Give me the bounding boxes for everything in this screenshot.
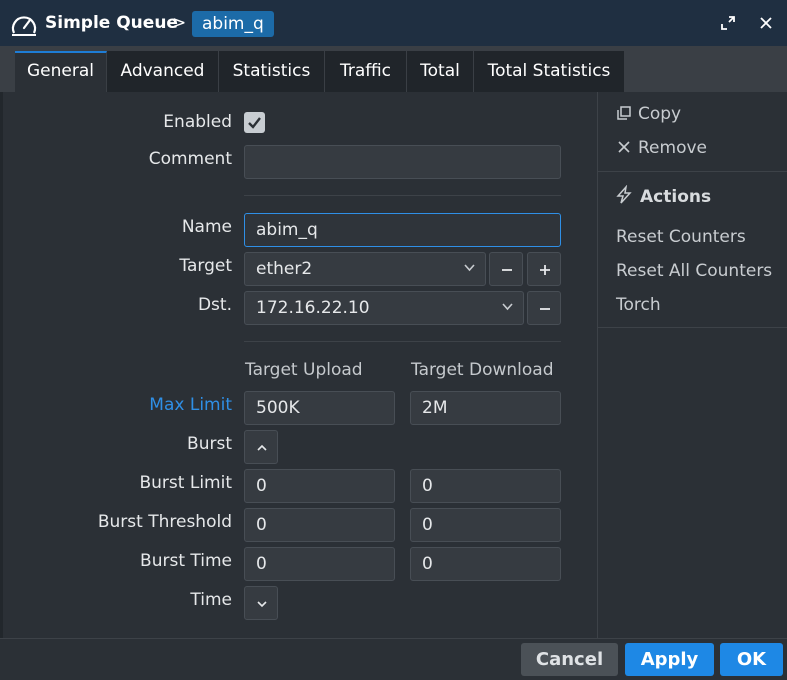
name-input[interactable]: abim_q — [244, 213, 561, 247]
target-upload-header: Target Upload — [245, 360, 363, 380]
apply-button[interactable]: Apply — [625, 643, 714, 676]
chevron-up-icon — [257, 444, 267, 451]
target-select-value: ether2 — [256, 259, 313, 279]
tab-total-statistics[interactable]: Total Statistics — [474, 51, 625, 92]
dst-remove-button[interactable] — [527, 291, 561, 325]
section-divider — [244, 341, 561, 342]
burst-threshold-upload-input[interactable]: 0 — [244, 508, 395, 542]
restore-window-icon[interactable] — [719, 14, 737, 32]
max-limit-upload-input[interactable]: 500K — [244, 391, 395, 425]
tab-bar: General Advanced Statistics Traffic Tota… — [0, 46, 787, 92]
burst-time-download-input[interactable]: 0 — [410, 547, 561, 581]
actions-heading: Actions — [614, 184, 712, 207]
remove-button[interactable]: Remove — [616, 138, 707, 158]
comment-input[interactable] — [244, 145, 561, 179]
sidebar-divider-line — [598, 171, 787, 172]
target-remove-button[interactable] — [489, 252, 523, 286]
reset-counters-action[interactable]: Reset Counters — [616, 227, 746, 247]
minus-icon — [540, 308, 550, 310]
target-select[interactable]: ether2 — [244, 252, 486, 286]
enabled-checkbox[interactable] — [244, 112, 265, 133]
tab-advanced[interactable]: Advanced — [107, 51, 219, 92]
checkmark-icon — [248, 117, 261, 129]
lightning-icon — [616, 184, 632, 204]
left-edge — [0, 92, 3, 638]
tab-general[interactable]: General — [15, 51, 107, 92]
target-add-button[interactable] — [527, 252, 561, 286]
target-download-header: Target Download — [411, 360, 554, 380]
section-divider — [244, 195, 561, 196]
dst-select[interactable]: 172.16.22.10 — [244, 291, 524, 325]
copy-icon — [617, 106, 631, 120]
breadcrumb-separator: > — [172, 13, 187, 33]
enabled-label: Enabled — [163, 112, 232, 132]
reset-all-counters-action[interactable]: Reset All Counters — [616, 261, 772, 281]
window-title: Simple Queue — [45, 13, 178, 33]
comment-label: Comment — [148, 149, 232, 169]
max-limit-label[interactable]: Max Limit — [32, 395, 232, 415]
gauge-icon — [11, 16, 37, 36]
tab-statistics[interactable]: Statistics — [219, 51, 325, 92]
ok-button[interactable]: OK — [720, 643, 783, 676]
minus-icon — [502, 269, 512, 271]
burst-limit-download-input[interactable]: 0 — [410, 469, 561, 503]
time-expand-button[interactable] — [244, 586, 278, 620]
actions-heading-label: Actions — [640, 187, 712, 207]
burst-collapse-button[interactable] — [244, 430, 278, 464]
burst-limit-upload-input[interactable]: 0 — [244, 469, 395, 503]
torch-action[interactable]: Torch — [616, 295, 661, 315]
chevron-down-icon — [464, 264, 475, 272]
remove-label: Remove — [638, 138, 707, 158]
dst-label: Dst. — [197, 295, 232, 315]
burst-time-label: Burst Time — [140, 551, 232, 571]
burst-time-upload-input[interactable]: 0 — [244, 547, 395, 581]
copy-button[interactable]: Copy — [616, 104, 681, 124]
tab-total[interactable]: Total — [407, 51, 474, 92]
max-limit-download-input[interactable]: 2M — [410, 391, 561, 425]
plus-icon — [540, 265, 550, 275]
name-label: Name — [181, 217, 232, 237]
cancel-button[interactable]: Cancel — [521, 643, 618, 676]
sidebar-divider — [597, 92, 598, 638]
burst-threshold-download-input[interactable]: 0 — [410, 508, 561, 542]
dst-select-value: 172.16.22.10 — [256, 298, 370, 318]
burst-label: Burst — [187, 434, 232, 454]
sidebar-divider-line — [598, 327, 787, 328]
close-window-icon[interactable] — [757, 14, 775, 32]
target-label: Target — [179, 256, 232, 276]
chevron-down-icon — [502, 303, 513, 311]
breadcrumb-item-name: abim_q — [192, 11, 274, 37]
burst-threshold-label: Burst Threshold — [97, 512, 232, 532]
copy-label: Copy — [638, 104, 682, 124]
time-label: Time — [190, 590, 232, 610]
window-titlebar: Simple Queue > abim_q — [0, 0, 787, 46]
close-icon — [618, 141, 630, 153]
burst-limit-label: Burst Limit — [139, 473, 233, 493]
tab-traffic[interactable]: Traffic — [325, 51, 407, 92]
chevron-down-icon — [257, 601, 267, 608]
